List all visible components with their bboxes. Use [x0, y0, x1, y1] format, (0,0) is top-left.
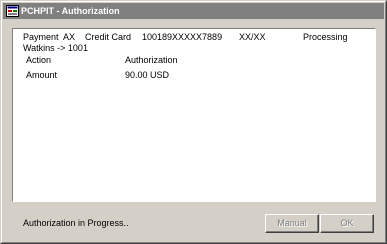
- payment-state: Processing: [303, 32, 348, 42]
- payment-method-code: AX: [63, 32, 76, 42]
- authorization-panel: [12, 28, 376, 202]
- column-header-action: Action: [26, 55, 52, 65]
- amount-label: Amount: [26, 70, 58, 80]
- authorization-window: PCHPIT - Authorization Payment AX Credit…: [0, 0, 387, 244]
- guest-room: Watkins -> 1001: [23, 43, 88, 53]
- column-header-authorization: Authorization: [125, 55, 178, 65]
- ok-button[interactable]: OK: [320, 214, 374, 233]
- manual-button[interactable]: Manual: [265, 214, 319, 233]
- app-icon: [6, 5, 19, 17]
- status-message: Authorization in Progress..: [23, 218, 129, 228]
- title-bar[interactable]: PCHPIT - Authorization: [3, 3, 384, 19]
- amount-value: 90.00 USD: [125, 70, 170, 80]
- window-title: PCHPIT - Authorization: [21, 6, 120, 16]
- payment-method-name: Credit Card: [85, 32, 132, 42]
- card-expiry: XX/XX: [239, 32, 266, 42]
- payment-label: Payment: [23, 32, 59, 42]
- manual-button-label: Manual: [277, 218, 307, 228]
- card-number: 100189XXXXX7889: [142, 32, 223, 42]
- ok-button-label: OK: [340, 218, 354, 228]
